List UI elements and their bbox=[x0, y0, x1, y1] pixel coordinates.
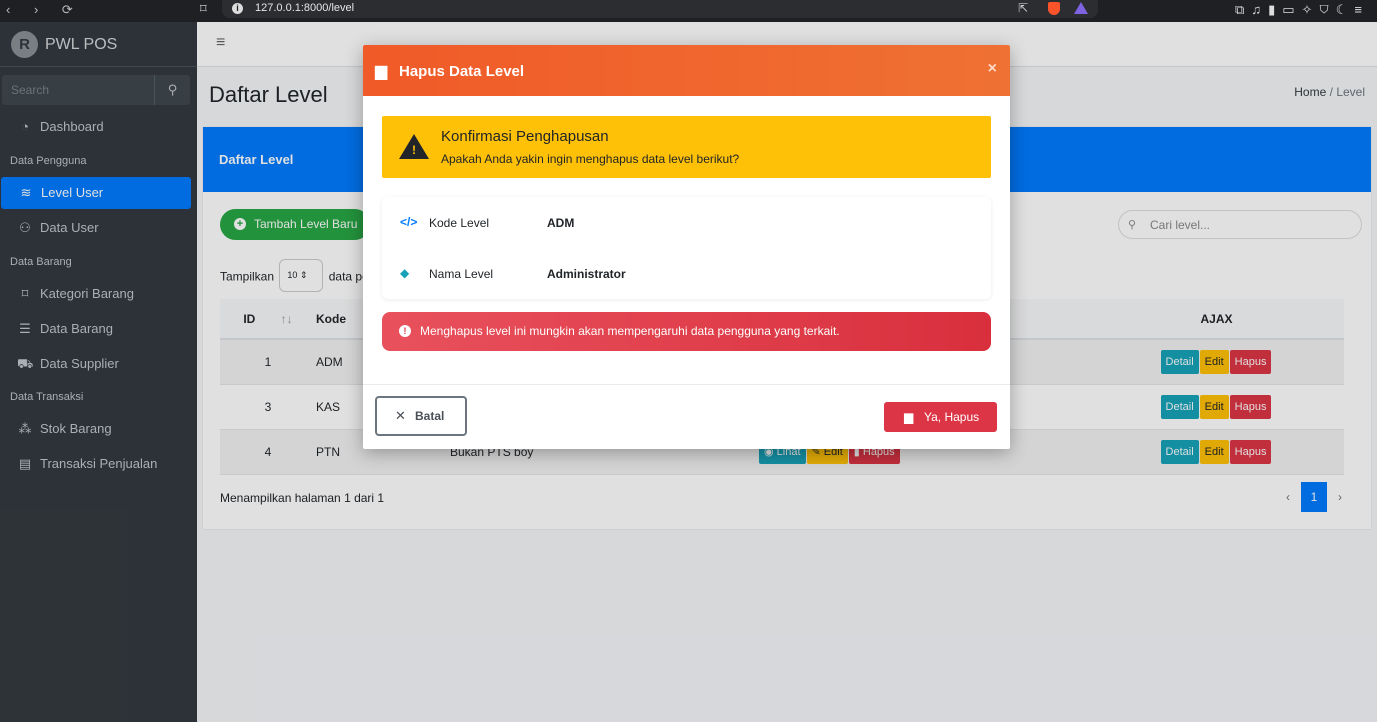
address-bar[interactable]: i 127.0.0.1:8000/level ⇱ bbox=[222, 0, 1098, 18]
browser-toolbar: ‹ › ⟳ ⌑ i 127.0.0.1:8000/level ⇱ ⧉♫▮▭✧⛉☾… bbox=[0, 0, 1377, 22]
warning-text: Apakah Anda yakin ingin menghapus data l… bbox=[441, 152, 740, 166]
warning-title: Konfirmasi Penghapusan bbox=[441, 128, 609, 145]
browser-nav-icons[interactable]: ‹ › ⟳ bbox=[6, 2, 83, 18]
close-icon: ✕ bbox=[395, 408, 406, 423]
delete-level-modal: ▆ Hapus Data Level × ! Konfirmasi Pengha… bbox=[363, 45, 1010, 449]
trash-icon: ▆ bbox=[375, 63, 388, 80]
detail-row-nama: ◆ Nama Level Administrator bbox=[382, 248, 991, 298]
close-icon[interactable]: × bbox=[988, 60, 997, 78]
share-icon[interactable]: ⇱ bbox=[1018, 1, 1028, 15]
trash-icon: ▆ bbox=[904, 410, 914, 424]
code-icon: </> bbox=[400, 215, 418, 229]
rewards-icon[interactable] bbox=[1074, 2, 1088, 14]
browser-extension-icons[interactable]: ⧉♫▮▭✧⛉☾≡ bbox=[1235, 2, 1369, 18]
detail-label: Kode Level bbox=[429, 216, 490, 230]
modal-title: Hapus Data Level bbox=[399, 63, 525, 80]
danger-text: Menghapus level ini mungkin akan mempeng… bbox=[420, 324, 840, 338]
level-detail-box: </> Kode Level ADM ◆ Nama Level Administ… bbox=[382, 197, 991, 299]
info-icon[interactable]: i bbox=[232, 3, 243, 14]
exclamation-circle-icon: ! bbox=[399, 325, 411, 337]
modal-footer: ✕ Batal ▆ Ya, Hapus bbox=[363, 384, 1010, 449]
detail-value: Administrator bbox=[547, 267, 626, 281]
bookmark-icon[interactable]: ⌑ bbox=[200, 1, 207, 17]
danger-alert: ! Menghapus level ini mungkin akan mempe… bbox=[382, 312, 991, 351]
detail-label: Nama Level bbox=[429, 267, 494, 281]
detail-value: ADM bbox=[547, 216, 575, 230]
cancel-button[interactable]: ✕ Batal bbox=[375, 396, 467, 436]
url-text[interactable]: 127.0.0.1:8000/level bbox=[255, 2, 354, 14]
brave-shield-icon[interactable] bbox=[1048, 2, 1060, 15]
tag-icon: ◆ bbox=[400, 266, 410, 280]
detail-row-kode: </> Kode Level ADM bbox=[382, 197, 991, 247]
confirm-delete-button[interactable]: ▆ Ya, Hapus bbox=[884, 402, 997, 432]
confirm-label: Ya, Hapus bbox=[924, 410, 980, 424]
cancel-label: Batal bbox=[415, 409, 445, 423]
warning-exclamation: ! bbox=[412, 143, 416, 157]
modal-header: ▆ Hapus Data Level × bbox=[363, 45, 1010, 96]
warning-alert: ! Konfirmasi Penghapusan Apakah Anda yak… bbox=[382, 116, 991, 178]
